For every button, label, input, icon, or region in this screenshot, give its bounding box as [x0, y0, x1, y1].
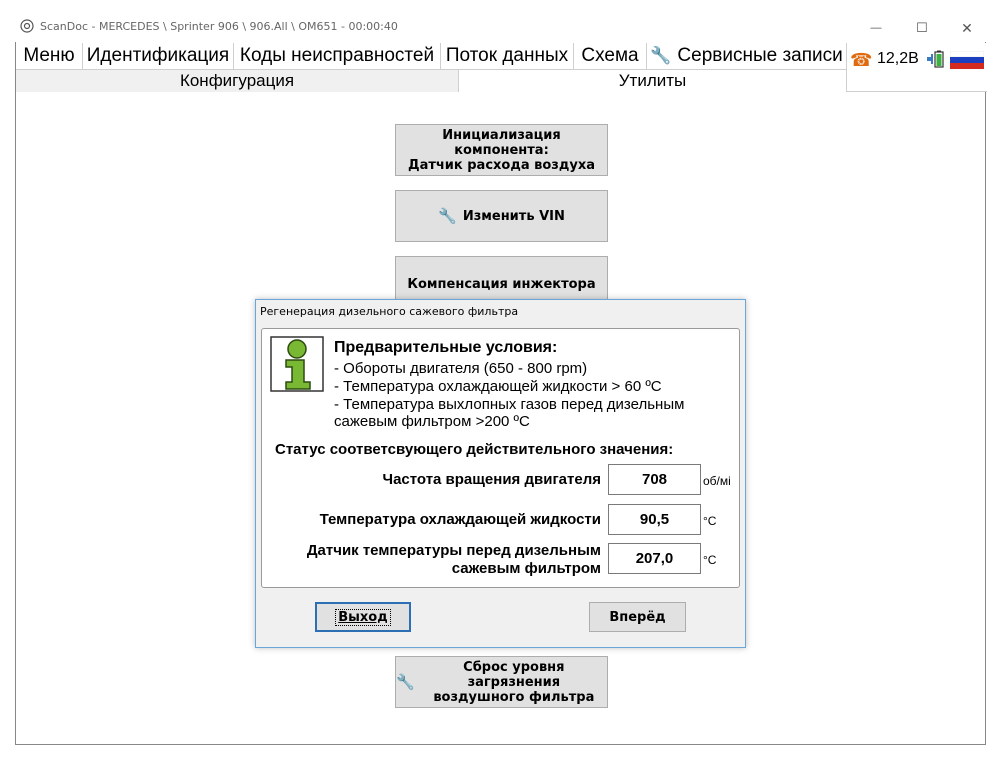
preconditions-heading: Предварительные условия: — [334, 339, 558, 356]
menu-item-service-records[interactable]: 🔧 Сервисные записи — [647, 43, 846, 69]
reset-air-filter-button[interactable]: 🔧 Сброс уровня загрязнения воздушного фи… — [395, 656, 608, 708]
menu-item-menu[interactable]: Меню — [16, 43, 83, 69]
menu-item-label: Сервисные записи — [677, 45, 843, 66]
param-unit: °C — [703, 514, 717, 528]
param-unit: °C — [703, 553, 717, 567]
menu-item-schema[interactable]: Схема — [574, 43, 647, 69]
menu-item-label: Коды неисправностей — [239, 45, 435, 66]
param-label-coolant-temp: Температура охлаждающей жидкости — [319, 511, 601, 528]
tab-configuration[interactable]: Конфигурация — [16, 70, 459, 92]
tab-utilities[interactable]: Утилиты — [459, 70, 846, 92]
wrench-icon: 🔧 — [650, 46, 672, 65]
button-label: Вперёд — [609, 609, 666, 625]
menu-item-data-stream[interactable]: Поток данных — [441, 43, 574, 69]
button-label: Выход — [335, 608, 391, 626]
dialog-title: Регенерация дизельного сажевого фильтра — [260, 305, 519, 318]
button-label: Датчик расхода воздуха — [407, 157, 595, 173]
param-value-engine-speed: 708 — [608, 464, 701, 495]
window-title: ScanDoc - MERCEDES \ Sprinter 906 \ 906.… — [40, 20, 398, 33]
menu-item-identification[interactable]: Идентификация — [83, 43, 234, 69]
menu-item-fault-codes[interactable]: Коды неисправностей — [234, 43, 441, 69]
precondition-line: сажевым фильтром >200 ºC — [334, 413, 530, 430]
menu-item-label: Поток данных — [445, 45, 569, 66]
minimize-button[interactable]: — — [853, 15, 899, 41]
menu-item-label: Схема — [581, 45, 639, 66]
close-button[interactable]: ✕ — [944, 15, 990, 41]
button-label-group: Сброс уровня загрязнения воздушного филь… — [421, 660, 607, 705]
init-component-button[interactable]: Инициализация компонента: Датчик расхода… — [395, 124, 608, 176]
button-label: Изменить VIN — [462, 208, 565, 224]
param-label-engine-speed: Частота вращения двигателя — [382, 471, 601, 488]
wrench-icon: 🔧 — [396, 673, 415, 691]
app-icon — [20, 19, 34, 33]
button-label: Инициализация компонента: — [442, 127, 561, 158]
param-label-dpf-temp: Датчик температуры перед дизельным — [306, 542, 601, 559]
voltage-readout: 12,2В — [877, 50, 919, 67]
minimize-icon: — — [870, 22, 882, 34]
param-value-dpf-temp: 207,0 — [608, 543, 701, 574]
info-icon — [270, 336, 324, 392]
button-label: Сброс уровня загрязнения — [463, 659, 565, 690]
maximize-icon: ☐ — [916, 20, 928, 35]
param-unit: об/мі — [703, 474, 731, 488]
phone-icon: ☎ — [850, 50, 873, 70]
menu-item-label: Идентификация — [86, 45, 230, 66]
param-value-coolant-temp: 90,5 — [608, 504, 701, 535]
wrench-icon: 🔧 — [438, 207, 457, 225]
status-heading: Статус соответсвующего действительного з… — [275, 441, 674, 458]
button-label: Компенсация инжектора — [407, 277, 596, 292]
next-button[interactable]: Вперёд — [589, 602, 686, 632]
battery-icon — [927, 50, 944, 68]
precondition-line: - Обороты двигателя (650 - 800 rpm) — [334, 360, 588, 377]
exit-button[interactable]: Выход — [315, 602, 411, 632]
close-icon: ✕ — [961, 19, 973, 36]
menu-item-label: Меню — [23, 45, 75, 66]
precondition-line: - Температура охлаждающей жидкости > 60 … — [334, 378, 662, 395]
change-vin-button[interactable]: 🔧 Изменить VIN — [395, 190, 608, 242]
param-label-dpf-temp-line2: сажевым фильтром — [451, 560, 601, 577]
precondition-line: - Температура выхлопных газов перед дизе… — [334, 396, 685, 413]
maximize-button[interactable]: ☐ — [899, 15, 945, 41]
button-label: воздушного фильтра — [433, 689, 595, 705]
russia-flag-icon — [950, 51, 984, 69]
